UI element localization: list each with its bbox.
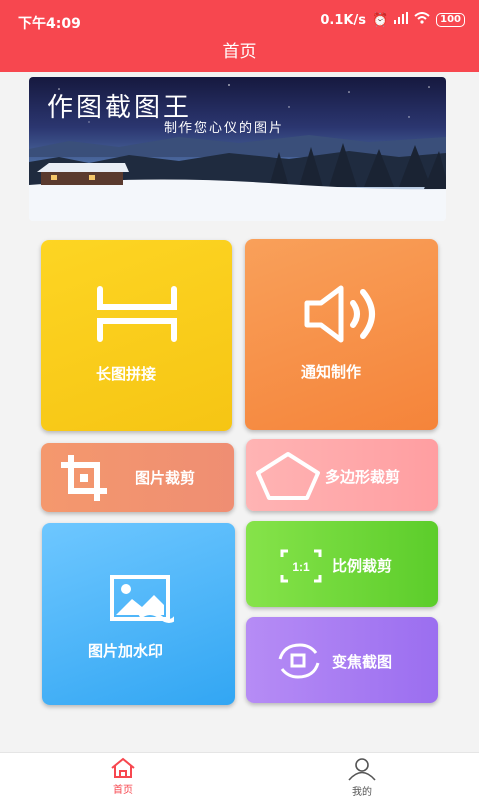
speaker-icon [304,285,375,343]
watermark-button[interactable]: 图片加水印 [42,523,235,705]
user-icon [348,758,376,781]
wifi-icon [414,12,430,28]
battery-icon: 100 [436,13,465,27]
signal-icon [394,12,409,28]
home-icon [111,757,135,778]
long-stitch-label: 长图拼接 [96,365,157,383]
ratio-crop-button[interactable]: 1:1 比例裁剪 [246,521,438,607]
ratio-icon-text: 1:1 [292,560,310,574]
pentagon-icon [256,452,320,500]
polygon-crop-button[interactable]: 多边形裁剪 [246,439,438,511]
banner-subtitle: 制作您心仪的图片 [164,121,285,136]
ratio-icon: 1:1 [280,549,322,583]
notification-button[interactable]: 通知制作 [245,239,438,430]
ratio-crop-label: 比例裁剪 [332,557,393,575]
watermark-label: 图片加水印 [88,642,164,660]
crop-icon [61,455,107,501]
image-icon [110,575,174,623]
zoom-icon [278,643,320,679]
status-time: 下午4:09 [18,16,81,32]
page-title: 首页 [0,38,479,72]
notification-label: 通知制作 [301,363,362,381]
zoom-crop-button[interactable]: 变焦截图 [246,617,438,703]
tab-mine[interactable]: 我的 [332,757,392,798]
bottom-tab-bar: 首页 我的 [0,752,479,800]
polygon-crop-label: 多边形裁剪 [325,468,401,486]
stitch-icon [97,286,177,342]
image-crop-label: 图片裁剪 [135,469,196,487]
long-stitch-button[interactable]: 长图拼接 [41,240,232,431]
status-bar: 下午4:09 0.1K/s ⏰ 100 [0,0,479,38]
tab-home-label: 首页 [113,785,133,796]
zoom-crop-label: 变焦截图 [332,653,393,671]
tab-mine-label: 我的 [352,787,372,798]
banner-image[interactable]: 作图截图王 制作您心仪的图片 [29,77,446,221]
image-crop-button[interactable]: 图片裁剪 [41,443,234,512]
status-icons: 0.1K/s ⏰ 100 [320,12,465,28]
tab-home[interactable]: 首页 [93,757,153,796]
net-speed: 0.1K/s [320,12,366,28]
alarm-icon: ⏰ [371,12,389,28]
